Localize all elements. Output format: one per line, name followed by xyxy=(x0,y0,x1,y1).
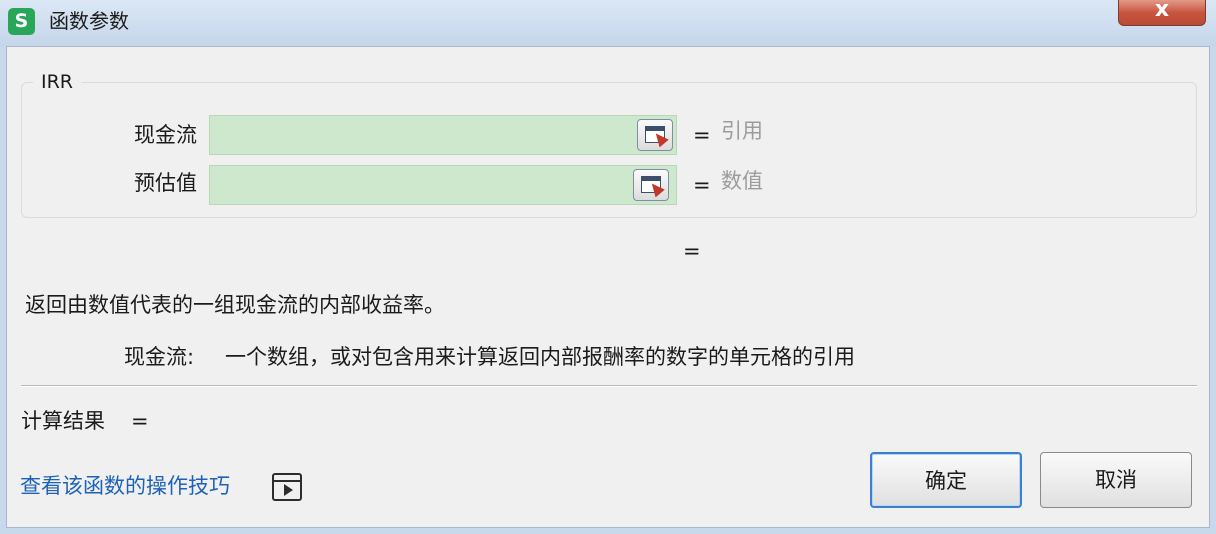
title-bar[interactable]: S 函数参数 xyxy=(0,0,1216,46)
function-description: 返回由数值代表的一组现金流的内部收益率。 xyxy=(25,293,445,317)
function-arguments-dialog: S 函数参数 x IRR 现金流 = 引用 预估值 = 数值 = 返回由数值代表… xyxy=(0,0,1216,534)
dialog-body: IRR 现金流 = 引用 预估值 = 数值 = 返回由数值代表的一组现金流的内部… xyxy=(6,46,1210,528)
cashflow-ref-button[interactable] xyxy=(637,119,673,151)
function-tips-link[interactable]: 查看该函数的操作技巧 xyxy=(20,471,230,501)
cashflow-hint: 引用 xyxy=(721,119,763,143)
guess-ref-button[interactable] xyxy=(633,169,669,201)
close-button[interactable]: x xyxy=(1118,0,1206,26)
param-name: 现金流: xyxy=(124,345,195,369)
video-play-icon[interactable] xyxy=(272,473,302,501)
calc-result-label: 计算结果 xyxy=(21,409,105,433)
wps-spreadsheet-icon: S xyxy=(8,8,35,35)
function-name: IRR xyxy=(33,69,82,95)
param-description: 一个数组，或对包含用来计算返回内部报酬率的数字的单元格的引用 xyxy=(225,345,855,369)
separator xyxy=(21,385,1197,387)
dialog-title: 函数参数 xyxy=(49,9,129,33)
cashflow-input[interactable] xyxy=(209,115,677,155)
cashflow-equals: = xyxy=(693,123,711,147)
guess-equals: = xyxy=(693,173,711,197)
field-label-cashflow: 现金流 xyxy=(134,123,197,147)
cancel-button[interactable]: 取消 xyxy=(1040,452,1192,508)
calc-result-equals: = xyxy=(131,409,149,433)
guess-input[interactable] xyxy=(209,165,677,205)
guess-hint: 数值 xyxy=(721,169,763,193)
ok-button[interactable]: 确定 xyxy=(870,452,1022,508)
function-result-equals: = xyxy=(683,239,701,263)
play-icon xyxy=(284,484,293,496)
field-label-guess: 预估值 xyxy=(134,171,197,195)
